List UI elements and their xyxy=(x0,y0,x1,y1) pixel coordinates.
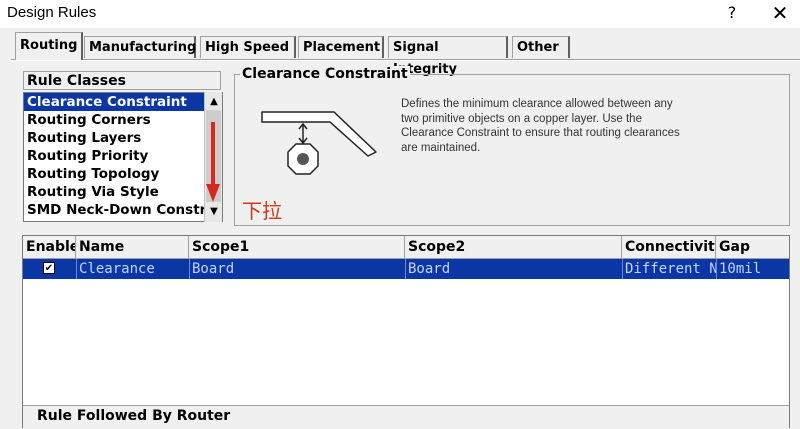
rule-class-item[interactable]: Routing Via Style xyxy=(24,183,205,201)
tab-signal-integrity[interactable]: Signal Integrity xyxy=(388,36,508,77)
scroll-up-icon[interactable]: ▲ xyxy=(205,94,223,110)
tab-manufacturing[interactable]: Manufacturing xyxy=(84,36,196,58)
column-header-connectivity[interactable]: Connectivity xyxy=(622,236,716,258)
table-row[interactable]: ✔ Clearance Board Board Different Net 10… xyxy=(23,259,789,279)
tab-divider xyxy=(11,59,800,61)
tab-routing[interactable]: Routing xyxy=(15,32,83,60)
clearance-diagram-icon xyxy=(261,111,377,175)
rule-class-item[interactable]: Routing Layers xyxy=(24,129,205,147)
red-down-arrow-icon xyxy=(206,122,220,202)
column-header-gap[interactable]: Gap xyxy=(716,236,789,258)
rule-class-item[interactable]: Routing Priority xyxy=(24,147,205,165)
tab-high-speed[interactable]: High Speed xyxy=(200,36,296,58)
tab-other[interactable]: Other xyxy=(512,36,570,58)
rule-class-item[interactable]: SMD Neck-Down Constraint xyxy=(24,201,205,219)
rule-classes-list[interactable]: Clearance Constraint Routing Corners Rou… xyxy=(23,92,223,222)
footer-label: Rule Followed By Router xyxy=(37,408,231,424)
close-button[interactable]: ✕ xyxy=(758,0,800,28)
cell-scope2[interactable]: Board xyxy=(406,259,622,279)
cell-gap[interactable]: 10mil xyxy=(717,259,789,279)
rule-class-item[interactable]: Routing Topology xyxy=(24,165,205,183)
rules-grid[interactable]: Enable Name Scope1 Scope2 Connectivity G… xyxy=(22,235,790,428)
rule-classes-label: Rule Classes xyxy=(23,71,221,90)
tab-placement[interactable]: Placement xyxy=(298,36,384,58)
constraint-title: Clearance Constraint xyxy=(240,66,410,82)
column-header-scope1[interactable]: Scope1 xyxy=(189,236,405,258)
title-bar: Design Rules ? ✕ xyxy=(0,0,800,28)
window-title: Design Rules xyxy=(7,4,97,21)
enable-checkbox[interactable]: ✔ xyxy=(43,262,55,274)
constraint-description: Defines the minimum clearance allowed be… xyxy=(401,98,680,154)
column-header-enable[interactable]: Enable xyxy=(23,236,76,258)
column-header-name[interactable]: Name xyxy=(76,236,189,258)
scroll-down-icon[interactable]: ▼ xyxy=(205,204,223,220)
rule-class-item[interactable]: Routing Corners xyxy=(24,111,205,129)
help-button[interactable]: ? xyxy=(710,0,754,28)
rule-class-item[interactable]: Clearance Constraint xyxy=(24,93,205,111)
cell-scope1[interactable]: Board xyxy=(190,259,405,279)
tab-strip: Routing Manufacturing High Speed Placeme… xyxy=(0,28,800,77)
cell-connectivity[interactable]: Different Net xyxy=(623,259,716,279)
footer-bar: Rule Followed By Router xyxy=(23,405,789,429)
column-header-scope2[interactable]: Scope2 xyxy=(405,236,622,258)
grid-header: Enable Name Scope1 Scope2 Connectivity G… xyxy=(23,236,789,259)
cell-name[interactable]: Clearance xyxy=(77,259,189,279)
